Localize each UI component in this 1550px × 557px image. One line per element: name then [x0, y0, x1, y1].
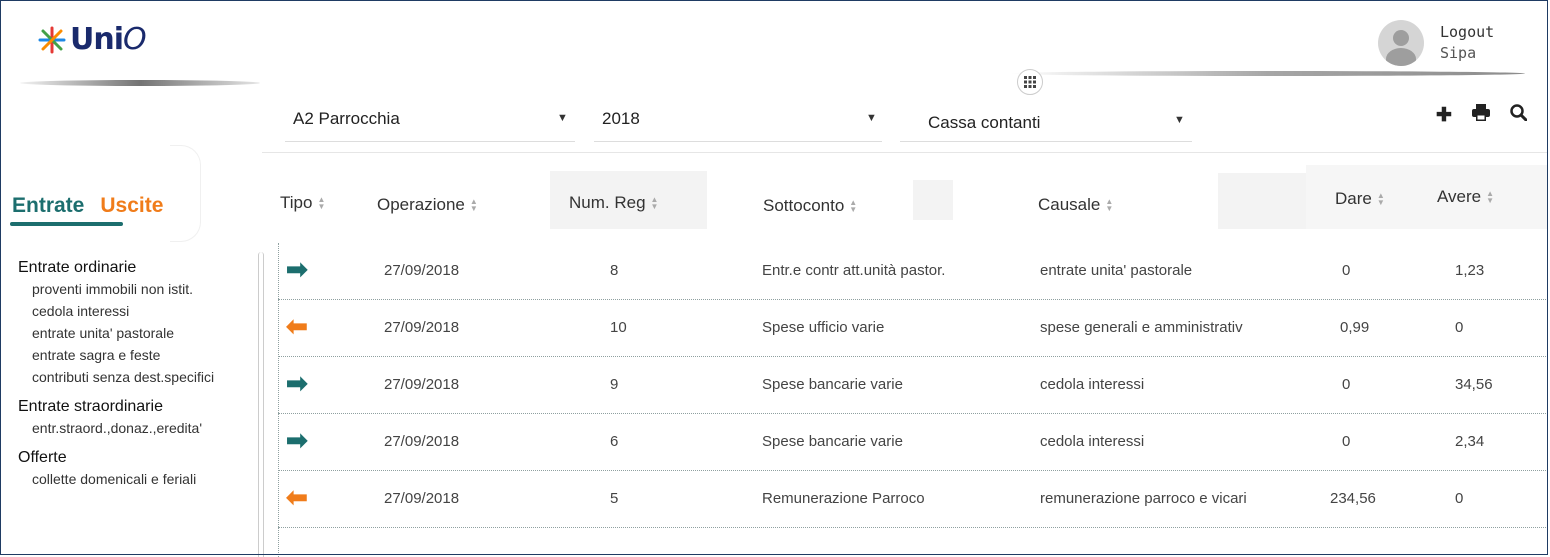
- entity-select[interactable]: A2 Parrocchia ▼: [285, 97, 575, 142]
- user-menu[interactable]: Logout Sipa: [1378, 20, 1494, 66]
- sort-icon: ▲ ▼: [1486, 189, 1495, 205]
- cell-sottoconto: Spese bancarie varie: [762, 376, 903, 393]
- user-name: Sipa: [1440, 44, 1477, 62]
- apps-grid-icon[interactable]: [1017, 69, 1043, 95]
- plus-icon[interactable]: ✚: [1436, 104, 1452, 127]
- col-sottoconto[interactable]: Sottoconto ▲ ▼: [763, 196, 857, 216]
- cell-causale: remunerazione parroco e vicari: [1040, 490, 1247, 507]
- app-name: UniO: [70, 22, 147, 57]
- header-shadow: [20, 80, 260, 86]
- cell-sottoconto: Entr.e contr att.unità pastor.: [762, 262, 946, 279]
- logo-star-icon: [38, 26, 66, 53]
- col-dare[interactable]: Dare ▲ ▼: [1335, 189, 1385, 209]
- cell-avere: 0: [1455, 490, 1464, 507]
- tab-decoration: [170, 145, 201, 242]
- cell-dare: 0: [1342, 433, 1351, 450]
- cell-dare: 0: [1342, 376, 1351, 393]
- category-item[interactable]: contributi senza dest.specifici: [18, 366, 258, 388]
- cell-operazione: 27/09/2018: [384, 262, 460, 279]
- caret-down-icon: ▼: [557, 112, 568, 124]
- cell-avere: 1,23: [1455, 262, 1485, 279]
- cell-sottoconto: Spese bancarie varie: [762, 433, 903, 450]
- category-title[interactable]: Entrate straordinarie: [18, 397, 258, 417]
- sort-icon: ▲ ▼: [1376, 191, 1385, 207]
- type-tabs: Entrate Uscite: [10, 194, 163, 226]
- cell-num-reg: 8: [610, 262, 619, 279]
- cell-num-reg: 6: [610, 433, 619, 450]
- col-avere[interactable]: Avere ▲ ▼: [1437, 187, 1494, 207]
- col-num-reg[interactable]: Num. Reg ▲ ▼: [569, 193, 658, 213]
- cell-dare: 0: [1342, 262, 1351, 279]
- arrow-right-icon: ➡: [286, 254, 308, 284]
- col-causale[interactable]: Causale ▲ ▼: [1038, 195, 1113, 215]
- cell-causale: spese generali e amministrativ: [1040, 319, 1243, 336]
- cell-causale: entrate unita' pastorale: [1040, 262, 1193, 279]
- sort-icon: ▲ ▼: [469, 197, 478, 213]
- cell-causale: cedola interessi: [1040, 433, 1145, 450]
- sidebar-scrollbar[interactable]: [258, 252, 264, 557]
- col-operazione[interactable]: Operazione ▲ ▼: [377, 195, 478, 215]
- category-item[interactable]: proventi immobili non istit.: [18, 278, 258, 300]
- avatar[interactable]: [1378, 20, 1424, 66]
- cell-operazione: 27/09/2018: [384, 433, 460, 450]
- category-item[interactable]: collette domenicali e feriali: [18, 468, 258, 490]
- caret-down-icon: ▼: [1174, 114, 1185, 126]
- cell-avere: 34,56: [1455, 376, 1493, 393]
- toolbar: ✚: [1436, 104, 1528, 127]
- cell-causale: cedola interessi: [1040, 376, 1145, 393]
- category-title[interactable]: Entrate ordinarie: [18, 258, 258, 278]
- caret-down-icon: ▼: [866, 112, 877, 124]
- arrow-left-icon: ⬅: [286, 311, 308, 341]
- col-tipo[interactable]: Tipo ▲ ▼: [280, 193, 325, 213]
- table-row[interactable]: ➡ 27/09/2018 9 Spese bancarie varie cedo…: [278, 357, 1548, 414]
- table-row[interactable]: ⬅ 27/09/2018 5 Remunerazione Parroco rem…: [278, 471, 1548, 528]
- cell-avere: 2,34: [1455, 433, 1485, 450]
- year-select[interactable]: 2018 ▼: [594, 97, 882, 142]
- table-row[interactable]: ➡ 27/09/2018 8 Entr.e contr att.unità pa…: [278, 243, 1548, 300]
- category-item[interactable]: entrate sagra e feste: [18, 344, 258, 366]
- cell-operazione: 27/09/2018: [384, 376, 460, 393]
- category-item[interactable]: entrate unita' pastorale: [18, 322, 258, 344]
- cell-sottoconto: Spese ufficio varie: [762, 319, 885, 336]
- search-icon[interactable]: [1510, 104, 1528, 127]
- sort-icon: ▲ ▼: [1105, 197, 1114, 213]
- cell-dare: 0,99: [1340, 319, 1370, 336]
- arrow-left-icon: ⬅: [286, 482, 308, 512]
- cell-operazione: 27/09/2018: [384, 319, 460, 336]
- cell-num-reg: 9: [610, 376, 619, 393]
- cell-dare: 234,56: [1330, 490, 1376, 507]
- toolbar-divider: [262, 152, 1548, 153]
- table-row[interactable]: ➡ 27/09/2018 6 Spese bancarie varie cedo…: [278, 414, 1548, 471]
- printer-icon[interactable]: [1471, 104, 1490, 127]
- category-list: Entrate ordinarie proventi immobili non …: [18, 258, 258, 499]
- sort-icon: ▲ ▼: [849, 198, 858, 214]
- sort-icon: ▲ ▼: [317, 195, 326, 211]
- table-body: ➡ 27/09/2018 8 Entr.e contr att.unità pa…: [278, 243, 1548, 528]
- tab-entrate[interactable]: Entrate: [10, 194, 124, 226]
- header-shadow: [1010, 71, 1525, 76]
- category-item[interactable]: cedola interessi: [18, 300, 258, 322]
- category-item[interactable]: entr.straord.,donaz.,eredita': [18, 417, 258, 439]
- category-group: Entrate ordinarie proventi immobili non …: [18, 258, 258, 388]
- category-group: Entrate straordinarie entr.straord.,dona…: [18, 397, 258, 439]
- arrow-right-icon: ➡: [286, 368, 308, 398]
- app-logo[interactable]: UniO: [38, 22, 147, 57]
- arrow-right-icon: ➡: [286, 425, 308, 455]
- logout-link[interactable]: Logout: [1440, 22, 1494, 43]
- cell-operazione: 27/09/2018: [384, 490, 460, 507]
- table-header: Tipo ▲ ▼ Operazione ▲ ▼ Num. Reg ▲ ▼ Sottocont…: [263, 165, 1548, 235]
- account-select[interactable]: Cassa contanti ▼: [900, 97, 1192, 142]
- cell-num-reg: 5: [610, 490, 619, 507]
- cell-num-reg: 10: [610, 319, 627, 336]
- table-row[interactable]: ⬅ 27/09/2018 10 Spese ufficio varie spes…: [278, 300, 1548, 357]
- cell-avere: 0: [1455, 319, 1464, 336]
- sort-icon: ▲ ▼: [650, 195, 659, 211]
- cell-sottoconto: Remunerazione Parroco: [762, 490, 925, 507]
- category-title[interactable]: Offerte: [18, 448, 258, 468]
- category-group: Offerte collette domenicali e feriali: [18, 448, 258, 490]
